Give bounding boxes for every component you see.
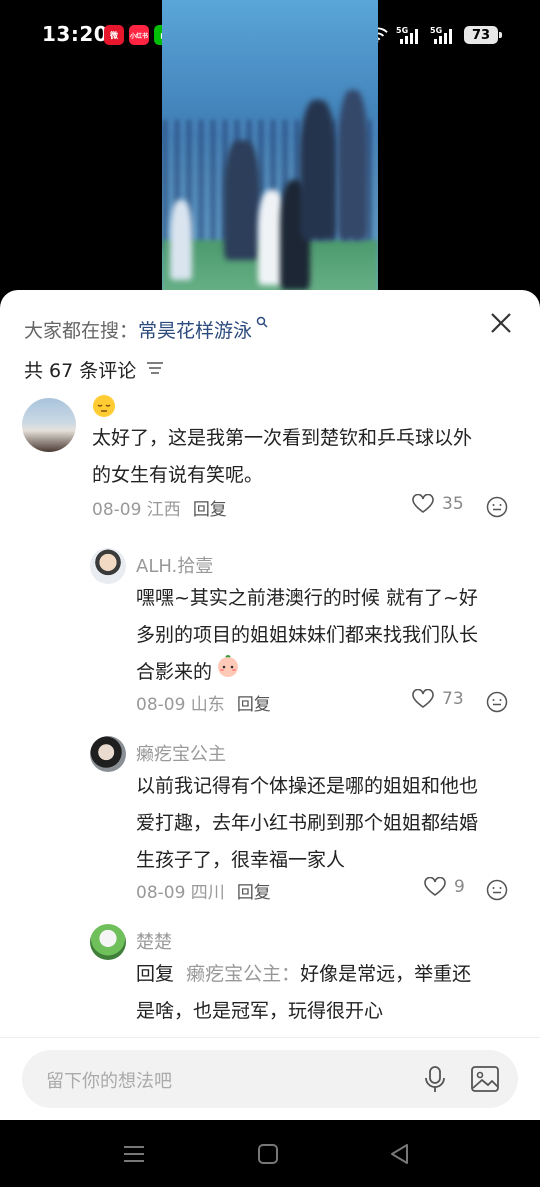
emoji-reaction-icon[interactable] [486, 879, 508, 901]
video-figure [224, 140, 260, 260]
comment-input-bar: 留下你的想法吧 [0, 1037, 540, 1120]
replier-name[interactable]: 癞疙宝公主 [136, 740, 226, 766]
svg-text:5G: 5G [430, 26, 442, 35]
reply-button[interactable]: 回复 [237, 883, 271, 903]
like-button[interactable]: 35 [412, 494, 464, 514]
reply-item: ALH.拾壹 嘿嘿~其实之前港澳行的时候 就有了~好 多别的项目的姐姐妹妹们都来… [0, 548, 540, 728]
comment-text-line: 太好了，这是我第一次看到楚钦和乒乓球以外 [92, 427, 473, 449]
replier-name[interactable]: ALH.拾壹 [136, 552, 213, 578]
search-suggestion-keyword[interactable]: 常昊花样游泳 [138, 320, 252, 342]
reply-button[interactable]: 回复 [237, 695, 271, 715]
microphone-icon[interactable] [422, 1065, 448, 1093]
battery-indicator: 73 [464, 26, 502, 44]
comment-meta: 08-09 山东 回复 [136, 690, 271, 715]
home-nav-icon[interactable] [256, 1142, 280, 1166]
comment-item: 太好了，这是我第一次看到楚钦和乒乓球以外 的女生有说有笑呢。 08-09 江西回… [0, 395, 540, 538]
comment-count-label: 共 67 条评论 [24, 360, 137, 382]
search-suggestion-prefix: 大家都在搜： [24, 320, 139, 342]
video-figure [170, 200, 192, 280]
comment-text-line: 合影来的 [136, 661, 213, 683]
comment-meta: 08-09 江西 回复 [92, 495, 227, 520]
menu-nav-icon[interactable] [122, 1142, 146, 1166]
commenter-avatar[interactable] [22, 398, 76, 452]
heart-icon [412, 689, 434, 708]
comment-date-location: 08-09 江西 [92, 500, 181, 520]
like-count: 73 [442, 689, 464, 709]
replier-avatar[interactable] [90, 736, 126, 772]
comment-text-line: 爱打趣，去年小红书刷到那个姐姐都结婚 [136, 812, 479, 834]
image-picker-icon[interactable] [470, 1064, 500, 1094]
video-player[interactable] [162, 0, 378, 300]
sleepy-face-emoji-icon [92, 394, 116, 422]
reply-item: 楚楚 回复 癞疙宝公主：好像是常远，举重还 是啥，也是冠军，玩得很开心 [0, 924, 540, 1034]
like-count: 9 [454, 877, 465, 897]
comment-meta: 08-09 四川 回复 [136, 878, 271, 903]
replier-avatar[interactable] [90, 924, 126, 960]
status-time: 13:20 [42, 22, 109, 46]
emoji-reaction-icon[interactable] [486, 691, 508, 713]
like-button[interactable]: 73 [412, 689, 464, 709]
replier-avatar[interactable] [90, 548, 126, 584]
replier-name[interactable]: 楚楚 [136, 928, 172, 954]
xiaohongshu-app-icon: 小红书 [129, 25, 149, 45]
comment-text-line: 是啥，也是冠军，玩得很开心 [136, 1000, 384, 1022]
comment-input-placeholder: 留下你的想法吧 [46, 1071, 172, 1092]
comment-text-line: 好像是常远，举重还 [300, 963, 472, 985]
reply-to-name[interactable]: 癞疙宝公主： [186, 963, 300, 985]
comment-text-line: 生孩子了，很幸福一家人 [136, 849, 346, 871]
close-icon[interactable] [488, 310, 514, 336]
video-figure [300, 100, 336, 240]
comment-text-line: 以前我记得有个体操还是哪的姐姐和他也 [136, 775, 479, 797]
comment-date-location: 08-09 山东 [136, 695, 225, 715]
like-button[interactable]: 9 [424, 877, 465, 897]
comment-date-location: 08-09 四川 [136, 883, 225, 903]
shy-face-emoji-icon [216, 654, 240, 691]
reply-item: 癞疙宝公主 以前我记得有个体操还是哪的姐姐和他也 爱打趣，去年小红书刷到那个姐姐… [0, 736, 540, 916]
search-suggestion[interactable]: 大家都在搜：常昊花样游泳 [24, 316, 268, 343]
svg-text:5G: 5G [396, 26, 408, 35]
heart-icon [424, 877, 446, 896]
video-figure [338, 90, 368, 240]
sort-filter-icon[interactable] [146, 359, 164, 381]
search-icon [252, 316, 268, 331]
comment-count: 共 67 条评论 [24, 356, 164, 383]
signal-5g-icon-2: 5G [430, 24, 456, 46]
reply-button[interactable]: 回复 [193, 500, 227, 520]
back-nav-icon[interactable] [388, 1142, 412, 1166]
reply-prefix: 回复 [136, 963, 175, 985]
like-count: 35 [442, 494, 464, 514]
comment-text-line: 嘿嘿~其实之前港澳行的时候 就有了~好 [136, 587, 478, 609]
comment-sheet: 大家都在搜：常昊花样游泳 共 67 条评论 太好了，这是我第一次看到楚钦和乒乓球… [0, 290, 540, 1120]
signal-5g-icon-1: 5G [396, 24, 422, 46]
weibo-app-icon: 微 [104, 25, 124, 45]
heart-icon [412, 494, 434, 513]
comment-input[interactable]: 留下你的想法吧 [22, 1050, 518, 1108]
system-navigation-bar [0, 1120, 540, 1187]
comment-text-line: 的女生有说有笑呢。 [92, 464, 264, 486]
comment-text-line: 多别的项目的姐姐妹妹们都来找我们队长 [136, 624, 479, 646]
emoji-reaction-icon[interactable] [486, 496, 508, 518]
